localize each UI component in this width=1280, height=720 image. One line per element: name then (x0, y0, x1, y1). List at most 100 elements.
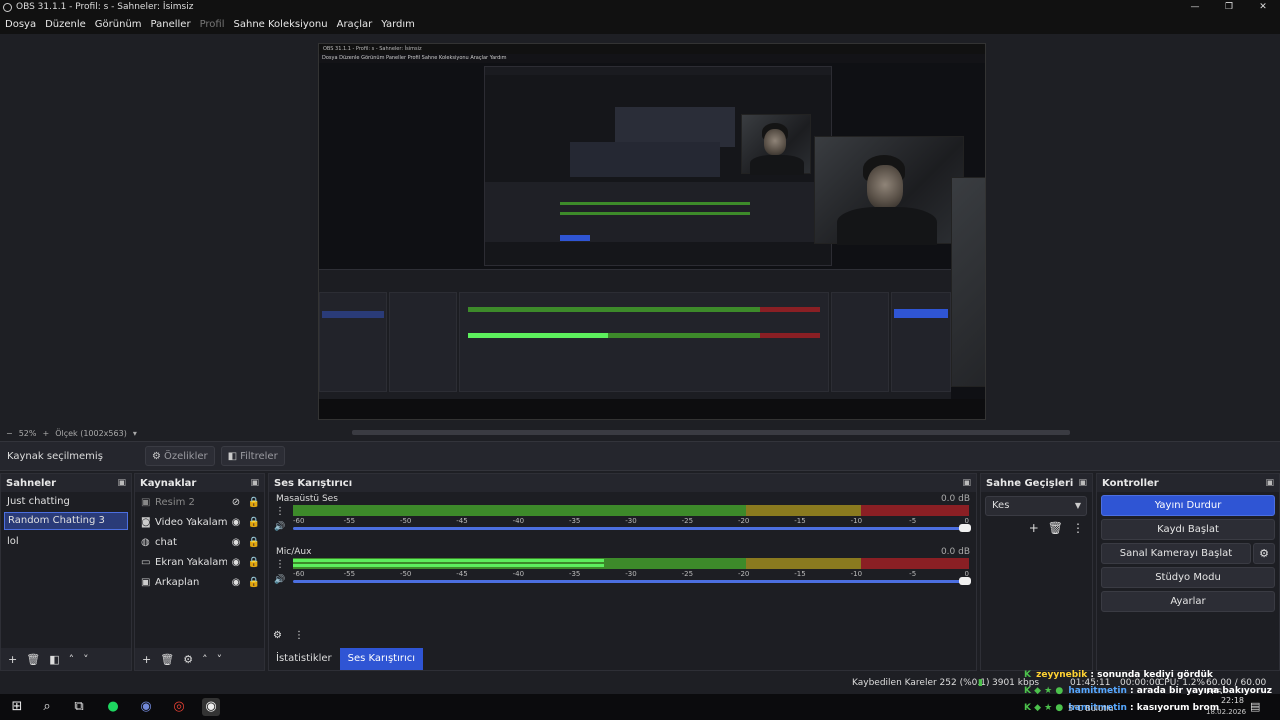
menu-file[interactable]: Dosya (5, 19, 36, 30)
undock-icon[interactable]: ▣ (1265, 478, 1274, 488)
move-down-icon[interactable]: ˅ (83, 653, 89, 666)
lock-icon[interactable]: 🔒 (245, 537, 263, 548)
virtual-camera-settings-button[interactable]: ⚙ (1253, 543, 1275, 564)
stop-streaming-button[interactable]: Yayını Durdur (1101, 495, 1275, 516)
source-item[interactable]: ▣ Arkaplan ◉ 🔒 (135, 572, 264, 592)
menu-edit[interactable]: Düzenle (45, 19, 86, 30)
scene-item-active[interactable]: Random Chatting 3 (4, 512, 128, 530)
menu-view[interactable]: Görünüm (95, 19, 142, 30)
sources-dock-header: Kaynaklar ▣ (135, 474, 264, 492)
menu-tools[interactable]: Araçlar (337, 19, 373, 30)
eye-icon[interactable]: ◉ (227, 517, 245, 528)
source-properties-icon[interactable]: ⚙ (183, 653, 193, 666)
undock-icon[interactable]: ▣ (1078, 478, 1087, 488)
move-up-icon[interactable]: ˄ (69, 653, 75, 666)
remove-transition-icon[interactable]: 🗑 (1048, 521, 1063, 535)
properties-button[interactable]: ⚙ Özelikler (145, 446, 215, 466)
minimize-button[interactable]: — (1178, 0, 1212, 14)
transition-select[interactable]: Kes ▼ (985, 496, 1087, 516)
advanced-audio-icon[interactable]: ⚙ (273, 630, 282, 641)
source-item[interactable]: ◍ chat ◉ 🔒 (135, 532, 264, 552)
speaker-icon[interactable]: 🔊 (274, 522, 285, 532)
maximize-button[interactable]: ❐ (1212, 0, 1246, 14)
settings-button[interactable]: Ayarlar (1101, 591, 1275, 612)
source-item[interactable]: ▭ Ekran Yakalama ◉ 🔒 (135, 552, 264, 572)
move-down-icon[interactable]: ˅ (217, 653, 223, 666)
undock-icon[interactable]: ▣ (117, 478, 126, 488)
mixer-channel-desktop: Masaüstü Ses 0.0 dB ⋮ 🔊 -60 -55 -50 -45 -40 -… (273, 494, 972, 542)
start-virtual-camera-button[interactable]: Sanal Kamerayı Başlat (1101, 543, 1251, 564)
window-titlebar: OBS 31.1.1 - Profil: s - Sahneler: İsims… (0, 0, 1280, 14)
nested-scenes-panel (319, 292, 387, 392)
preview-canvas[interactable]: OBS 31.1.1 - Profil: s - Sahneler: İsims… (318, 43, 986, 420)
menu-docks[interactable]: Paneller (151, 19, 191, 30)
studio-mode-button[interactable]: Stüdyo Modu (1101, 567, 1275, 588)
mixer-title: Ses Karıştırıcı (274, 477, 353, 489)
scene-item[interactable]: lol (1, 532, 131, 552)
menu-help[interactable]: Yardım (381, 19, 415, 30)
speaker-icon[interactable]: 🔊 (274, 575, 285, 585)
tab-audio-mixer[interactable]: Ses Karıştırıcı (339, 648, 424, 670)
scene-filters-icon[interactable]: ◧ (49, 653, 59, 666)
undock-icon[interactable]: ▣ (250, 478, 259, 488)
meter-tick-label: -60 (293, 570, 305, 578)
eye-icon[interactable]: ◉ (227, 537, 245, 548)
start-recording-button[interactable]: Kaydı Başlat (1101, 519, 1275, 540)
image-icon: ▣ (141, 576, 151, 588)
more-options-icon[interactable]: ⋮ (275, 559, 285, 570)
search-icon[interactable]: ⌕ (38, 698, 56, 716)
lock-icon[interactable]: 🔒 (245, 557, 263, 568)
preview-scrollbar[interactable] (352, 430, 1070, 435)
meter-tick-label: -10 (850, 517, 863, 525)
source-item[interactable]: ▣ Resim 2 ⊘ 🔒 (135, 492, 264, 512)
preview-area[interactable]: OBS 31.1.1 - Profil: s - Sahneler: İsims… (0, 34, 1280, 426)
discord-icon[interactable]: ◉ (137, 698, 155, 716)
chrome-icon[interactable]: ◎ (170, 698, 188, 716)
volume-knob[interactable] (959, 577, 971, 585)
windows-start-icon[interactable]: ⊞ (8, 698, 26, 716)
monitor-icon: ▭ (141, 556, 151, 568)
remove-source-icon[interactable]: 🗑 (160, 653, 174, 666)
meter-tick-label: -45 (456, 517, 468, 525)
undock-icon[interactable]: ▣ (962, 478, 971, 488)
add-source-icon[interactable]: + (142, 653, 151, 666)
zoom-out-icon[interactable]: − (6, 429, 13, 438)
transition-menu-icon[interactable]: ⋮ (1072, 521, 1084, 535)
move-up-icon[interactable]: ˄ (202, 653, 208, 666)
menu-scene-collection[interactable]: Sahne Koleksiyonu (234, 19, 328, 30)
task-view-icon[interactable]: ⧉ (70, 698, 88, 716)
camera-icon: ◙ (141, 516, 151, 528)
chevron-down-icon[interactable]: ▾ (133, 429, 137, 438)
lock-icon[interactable]: 🔒 (245, 517, 263, 528)
zoom-in-icon[interactable]: + (42, 429, 49, 438)
transitions-dock: Sahne Geçişleri ▣ Kes ▼ + 🗑 ⋮ (980, 473, 1093, 671)
scene-item[interactable]: Just chatting (1, 492, 131, 512)
meter-ticks: -60 -55 -50 -45 -40 -35 -30 -25 -20 -15 -10 -5 0 (293, 570, 969, 579)
volume-slider[interactable] (293, 524, 971, 532)
mixer-menu-icon[interactable]: ⋮ (294, 630, 304, 641)
filters-button[interactable]: ◧ Filtreler (220, 446, 285, 466)
remove-scene-icon[interactable]: 🗑 (26, 653, 40, 666)
lock-icon[interactable]: 🔒 (245, 577, 263, 588)
spotify-icon[interactable]: ● (104, 698, 122, 716)
eye-icon[interactable]: ◉ (227, 577, 245, 588)
source-item[interactable]: ◙ Video Yakalama A ◉ 🔒 (135, 512, 264, 532)
channel-name: Mic/Aux (276, 547, 312, 557)
menu-bar: Dosya Düzenle Görünüm Paneller Profil Sa… (0, 14, 1280, 34)
eye-icon[interactable]: ◉ (227, 557, 245, 568)
eye-hidden-icon[interactable]: ⊘ (227, 497, 245, 508)
close-button[interactable]: ✕ (1246, 0, 1280, 14)
gear-icon: ⚙ (152, 450, 161, 462)
volume-slider[interactable] (293, 577, 971, 585)
tab-stats[interactable]: İstatistikler (268, 648, 340, 670)
scale-label: Ölçek (1002x563) (55, 428, 127, 438)
lock-icon[interactable]: 🔒 (245, 497, 263, 508)
add-transition-icon[interactable]: + (1029, 521, 1039, 535)
obs-taskbar-icon[interactable]: ◉ (202, 698, 220, 716)
add-scene-icon[interactable]: + (8, 653, 17, 666)
volume-knob[interactable] (959, 524, 971, 532)
notification-icon[interactable]: ▤ (1250, 700, 1260, 713)
more-options-icon[interactable]: ⋮ (275, 506, 285, 517)
menu-profile[interactable]: Profil (200, 19, 225, 30)
nested-mixer-panel (459, 292, 829, 392)
